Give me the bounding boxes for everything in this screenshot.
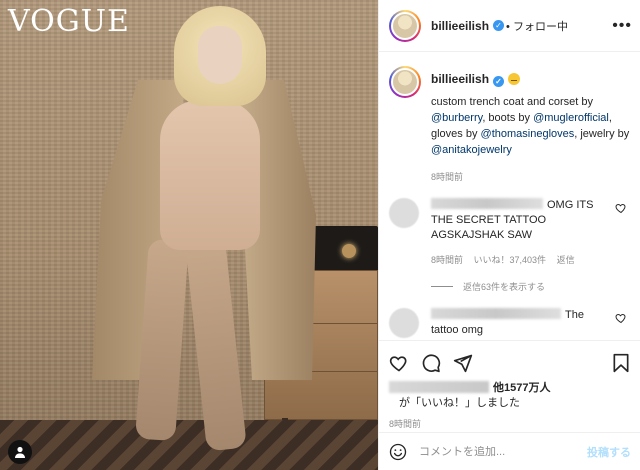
- comment-avatar[interactable]: [389, 308, 419, 338]
- follow-state[interactable]: • フォロー中: [506, 18, 568, 34]
- view-replies[interactable]: 返信63件を表示する: [431, 280, 629, 293]
- corset: [160, 100, 260, 250]
- caption-avatar[interactable]: [389, 66, 421, 98]
- share-icon[interactable]: [453, 353, 473, 373]
- caption-text-part: , boots by: [482, 112, 534, 124]
- comment-heart-icon[interactable]: [615, 202, 627, 214]
- verified-badge-icon: ✓: [493, 76, 505, 87]
- view-replies-label: 返信63件を表示する: [463, 282, 546, 292]
- mention-link[interactable]: @anitakojewelry: [431, 144, 512, 156]
- post-photo[interactable]: VOGUE: [0, 0, 378, 470]
- caption-timestamp: 8時間前: [431, 172, 464, 182]
- post-comment-button[interactable]: 投稿する: [587, 444, 631, 460]
- reply-button[interactable]: 返信: [557, 255, 575, 265]
- bookmark-icon[interactable]: [611, 353, 631, 373]
- emoji-icon: [508, 73, 521, 85]
- right-leg: [185, 238, 247, 452]
- comment-meta: 8時間前 いいね！37,403件 返信: [431, 253, 629, 266]
- comment-time: 8時間前: [431, 255, 464, 265]
- comment-heart-icon[interactable]: [615, 312, 627, 324]
- caption-text: custom trench coat and corset by @burber…: [431, 94, 631, 158]
- emoji-icon[interactable]: [389, 443, 407, 461]
- verified-badge-icon: ✓: [493, 20, 505, 31]
- model-figure: [86, 0, 316, 470]
- comment-input[interactable]: [419, 445, 587, 458]
- comment-composer: 投稿する: [379, 432, 640, 470]
- face: [198, 26, 242, 84]
- caption: billieeilish ✓ custom trench coat and cor…: [389, 66, 633, 183]
- likes-summary[interactable]: 他1577万人 が「いいね！」しました: [389, 381, 631, 411]
- header-username[interactable]: billieeilish: [431, 19, 489, 33]
- avatar[interactable]: [389, 9, 421, 42]
- caption-text-part: custom trench coat and corset by: [431, 96, 594, 108]
- likes-count: 他1577万人: [493, 382, 551, 394]
- side-panel: billieeilish ✓ • フォロー中 ••• billieeilish ✓…: [378, 0, 640, 470]
- mention-link[interactable]: @thomasinegloves: [481, 128, 575, 140]
- lamp-knob: [342, 244, 356, 258]
- caption-username[interactable]: billieeilish: [431, 72, 489, 86]
- post-actions: 他1577万人 が「いいね！」しました 8時間前: [379, 340, 640, 430]
- blurred-username: [389, 381, 489, 393]
- heart-icon[interactable]: [389, 353, 409, 373]
- post-header: billieeilish ✓ • フォロー中 •••: [379, 0, 640, 52]
- post-timestamp: 8時間前: [389, 419, 422, 429]
- likes-text: が「いいね！」しました: [399, 397, 520, 409]
- comment-likes[interactable]: いいね！37,403件: [474, 255, 547, 265]
- comment-avatar[interactable]: [389, 198, 419, 228]
- comment-item: The tattoo omg: [389, 308, 629, 338]
- mention-link[interactable]: @burberry: [431, 112, 482, 124]
- instagram-post: VOGUE billieeilish ✓ • フォロー中 ••• billiee…: [0, 0, 640, 470]
- comment-item: OMG ITS THE SECRET TATTOO AGSKAJSHAK SAW…: [389, 198, 629, 293]
- caption-text-part: , jewelry by: [574, 128, 630, 140]
- comment-icon[interactable]: [421, 353, 441, 373]
- more-options-icon[interactable]: •••: [612, 17, 632, 34]
- blurred-username: [431, 198, 543, 209]
- blurred-username: [431, 308, 561, 319]
- mention-link[interactable]: @muglerofficial: [533, 112, 609, 124]
- user-icon[interactable]: [8, 440, 32, 464]
